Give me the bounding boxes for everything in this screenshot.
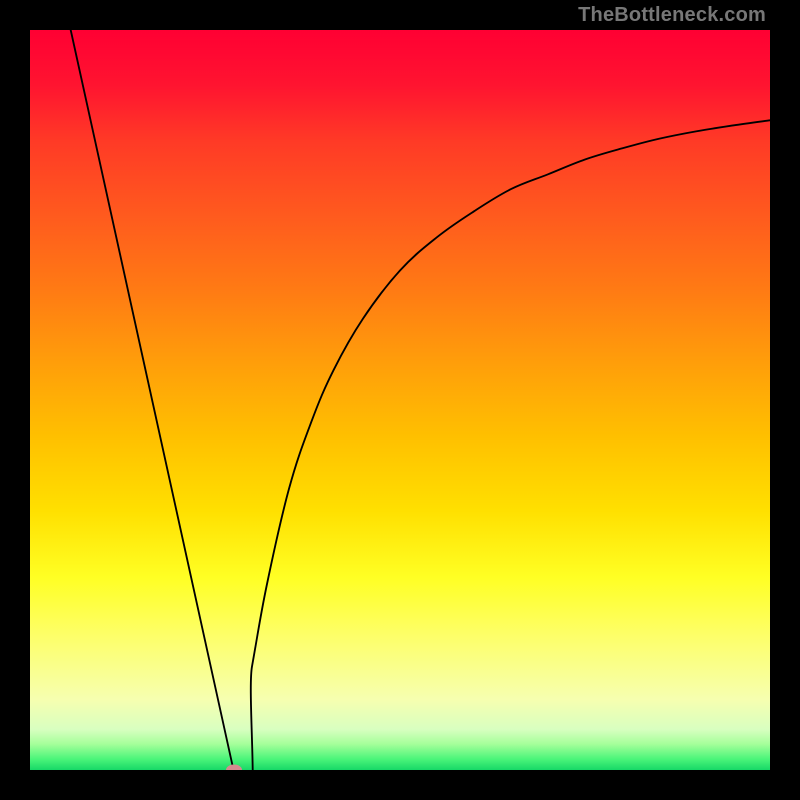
watermark-text: TheBottleneck.com xyxy=(578,4,766,27)
minimum-marker xyxy=(226,765,242,771)
plot-area xyxy=(30,30,770,770)
chart-frame: TheBottleneck.com xyxy=(0,0,800,800)
bottleneck-curve xyxy=(30,30,770,770)
